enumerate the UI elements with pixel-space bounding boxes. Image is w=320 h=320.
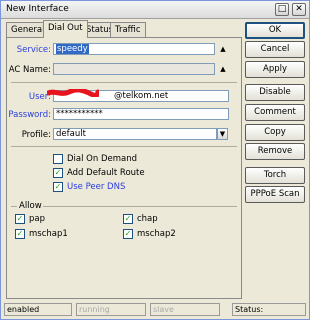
profile-label: Profile: [21,130,51,140]
ac-name-collapse-icon[interactable]: ▲ [217,63,229,75]
torch-button[interactable]: Torch [245,167,305,184]
mschap1-label: mschap1 [29,229,68,239]
status-slave: slave [150,303,220,316]
dial-on-demand-label: Dial On Demand [67,154,138,164]
password-label: Password: [8,110,51,120]
maximize-button[interactable]: □ [275,3,289,16]
window-title: New Interface [6,4,69,14]
status-bar: enabled running slave Status: [4,303,306,317]
service-label: Service: [16,45,51,55]
dial-on-demand-checkbox[interactable] [53,154,63,164]
tab-dial-out[interactable]: Dial Out [43,20,88,38]
mschap2-label: mschap2 [137,229,176,239]
allow-separator-right [43,206,237,207]
ac-name-input[interactable] [53,63,215,75]
mschap1-checkbox[interactable] [15,229,25,239]
mschap2-checkbox[interactable] [123,229,133,239]
use-peer-dns-label: Use Peer DNS [67,182,126,192]
status-text: Status: [232,303,306,316]
tab-traffic[interactable]: Traffic [110,22,146,37]
remove-button[interactable]: Remove [245,143,305,160]
apply-button[interactable]: Apply [245,61,305,78]
use-peer-dns-checkbox[interactable] [53,182,63,192]
profile-select[interactable]: default [53,128,217,140]
disable-button[interactable]: Disable [245,84,305,101]
copy-button[interactable]: Copy [245,124,305,141]
ac-name-label: AC Name: [8,65,51,75]
status-running: running [76,303,146,316]
dial-out-panel: Service: speedy ▲ AC Name: ▲ User: @telk… [6,37,242,299]
title-bar: New Interface □ ✕ [1,1,309,19]
pap-label: pap [29,214,45,224]
new-interface-window: New Interface □ ✕ General Dial Out Statu… [0,0,310,320]
redaction-scribble [47,89,99,97]
separator [11,82,237,83]
status-enabled: enabled [4,303,72,316]
pap-checkbox[interactable] [15,214,25,224]
add-default-route-checkbox[interactable] [53,168,63,178]
password-input[interactable]: *********** [53,108,229,120]
service-value: speedy [56,44,89,54]
allow-separator-left [11,206,17,207]
allow-group-title: Allow [19,201,42,211]
chap-checkbox[interactable] [123,214,133,224]
separator [11,146,237,147]
pppoe-scan-button[interactable]: PPPoE Scan [245,186,305,203]
cancel-button[interactable]: Cancel [245,41,305,58]
service-collapse-icon[interactable]: ▲ [217,43,229,55]
profile-dropdown-icon[interactable]: ▼ [217,128,228,140]
user-value: @telkom.net [114,91,169,101]
ok-button[interactable]: OK [245,22,305,39]
add-default-route-label: Add Default Route [67,168,145,178]
chap-label: chap [137,214,158,224]
comment-button[interactable]: Comment [245,104,305,121]
close-button[interactable]: ✕ [292,3,306,16]
service-input[interactable]: speedy [53,43,215,55]
